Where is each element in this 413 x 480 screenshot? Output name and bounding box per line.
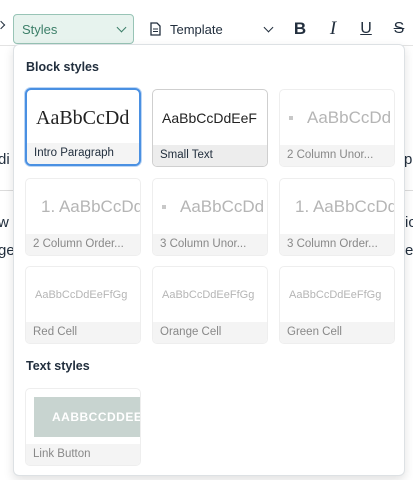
style-label: Small Text [153,145,267,166]
style-preview: 1. AaBbCcDd [295,197,394,216]
bullet-icon [289,116,293,120]
style-link-button[interactable]: AABBCCDDEE Link Button [25,388,141,466]
style-green-cell[interactable]: AaBbCcDdEeFfGg Green Cell [279,266,395,344]
style-label: Link Button [26,444,140,465]
style-preview: AaBbCcDd [307,108,392,127]
editor-text-fragment: ic [405,214,413,231]
template-label: Template [170,21,223,37]
style-label: 2 Column Order... [26,234,140,255]
editor-toolbar: Styles Template B I U S [0,0,413,46]
style-label: 2 Column Unor... [280,145,394,166]
chevron-down-icon [263,22,274,32]
style-preview: AaBbCcDdEeFfGg [35,289,128,301]
style-intro-paragraph[interactable]: AaBbCcDd Intro Paragraph [25,88,141,166]
style-2-column-ordered[interactable]: 1. AaBbCcDd 2 Column Order... [25,178,141,256]
style-label: Red Cell [26,322,140,343]
styles-dropdown[interactable]: Styles [13,14,134,44]
chevron-left-icon[interactable] [0,20,6,30]
editor-text-fragment: p [404,151,413,168]
style-label: Intro Paragraph [27,143,139,164]
styles-menu: Block styles AaBbCcDd Intro Paragraph Aa… [13,44,405,476]
style-preview: AaBbCcDdEeFfGg [162,289,255,301]
style-2-column-unordered[interactable]: AaBbCcDd 2 Column Unor... [279,89,395,167]
editor-text-fragment: di [0,151,10,168]
style-red-cell[interactable]: AaBbCcDdEeFfGg Red Cell [25,266,141,344]
style-preview: AaBbCcDdEeF [162,110,257,126]
style-label: Green Cell [280,322,394,343]
style-label: 3 Column Unor... [153,234,267,255]
styles-dropdown-label: Styles [22,21,58,37]
block-styles-heading: Block styles [26,60,99,74]
document-icon [150,22,161,36]
style-preview: AABBCCDDEE [34,397,140,437]
editor-text-fragment: el [405,242,413,259]
style-small-text[interactable]: AaBbCcDdEeF Small Text [152,89,268,167]
strikethrough-button[interactable]: S [385,14,413,44]
bullet-icon [162,205,166,209]
style-preview: AaBbCcDdEeFfGg [289,289,382,301]
template-button[interactable]: Template [144,14,278,44]
style-preview: AaBbCcDd [36,106,130,129]
text-styles-heading: Text styles [26,359,90,373]
italic-button[interactable]: I [319,14,347,44]
style-label: 3 Column Order... [280,234,394,255]
style-3-column-unordered[interactable]: AaBbCcDd 3 Column Unor... [152,178,268,256]
underline-button[interactable]: U [352,14,380,44]
style-preview: 1. AaBbCcDd [41,197,140,216]
style-3-column-ordered[interactable]: 1. AaBbCcDd 3 Column Order... [279,178,395,256]
bold-button[interactable]: B [286,14,314,44]
style-orange-cell[interactable]: AaBbCcDdEeFfGg Orange Cell [152,266,268,344]
editor-text-fragment: w [0,214,9,231]
style-label: Orange Cell [153,322,267,343]
chevron-down-icon [116,22,127,32]
style-preview: AaBbCcDd [180,197,265,216]
